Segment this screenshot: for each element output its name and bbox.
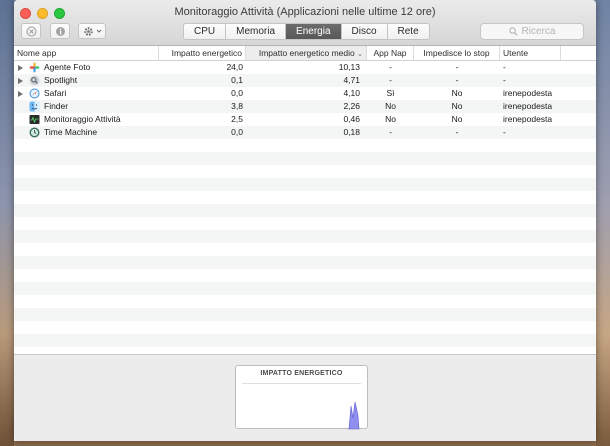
app-nap-value: No	[385, 114, 396, 124]
tab-energia[interactable]: Energia	[286, 24, 342, 39]
user-value: irenepodesta	[503, 114, 553, 124]
app-name: Finder	[44, 101, 69, 111]
process-table: Agente Foto 24,0 10,13 - - - Spotlight 0…	[14, 61, 596, 354]
energy-impact-value: 2,5	[231, 114, 243, 124]
tab-disco[interactable]: Disco	[342, 24, 388, 39]
gear-icon	[83, 26, 93, 36]
app-nap-value: Sì	[386, 88, 395, 98]
stop-process-button[interactable]	[21, 23, 41, 39]
disclosure-triangle-icon[interactable]	[18, 91, 23, 97]
titlebar: Monitoraggio Attività (Applicazioni nell…	[14, 0, 596, 46]
table-row[interactable]: Safari 0,0 4,10 Sì No irenepodesta	[14, 87, 596, 100]
table-header: Nome app Impatto energetico Impatto ener…	[14, 46, 596, 61]
activity-monitor-window: Monitoraggio Attività (Applicazioni nell…	[14, 0, 596, 441]
energy-impact-value: 0,0	[231, 127, 243, 137]
actions-menu-button[interactable]	[78, 23, 106, 39]
column-header-app[interactable]: Nome app	[14, 46, 159, 60]
app-nap-value: -	[389, 62, 392, 72]
prevent-sleep-value: No	[451, 101, 463, 111]
average-impact-value: 10,13	[338, 62, 360, 72]
disclosure-triangle-icon[interactable]	[18, 78, 23, 84]
app-name: Agente Foto	[44, 62, 91, 72]
prevent-sleep-value: No	[451, 88, 463, 98]
average-impact-value: 2,26	[343, 101, 360, 111]
prevent-sleep-value: -	[455, 62, 459, 72]
search-placeholder: Ricerca	[521, 26, 556, 37]
window-title: Monitoraggio Attività (Applicazioni nell…	[174, 6, 436, 18]
time-machine-icon	[29, 127, 40, 138]
energy-impact-value: 3,8	[231, 101, 243, 111]
app-nap-value: -	[389, 75, 392, 85]
user-value: -	[503, 127, 506, 137]
energy-summary-panel: IMPATTO ENERGETICO	[14, 354, 596, 441]
finder-icon	[29, 101, 40, 112]
user-value: irenepodesta	[503, 88, 553, 98]
prevent-sleep-value: -	[455, 127, 459, 137]
column-header-app-nap[interactable]: App Nap	[367, 46, 414, 60]
table-row[interactable]: Spotlight 0,1 4,71 - - -	[14, 74, 596, 87]
stop-process-icon	[26, 26, 36, 36]
average-impact-value: 0,46	[343, 114, 360, 124]
search-field[interactable]: Ricerca	[480, 23, 584, 40]
app-name: Spotlight	[44, 75, 78, 85]
disclosure-triangle-icon[interactable]	[18, 65, 23, 71]
app-name: Monitoraggio Attività	[44, 114, 121, 124]
prevent-sleep-value: -	[455, 75, 459, 85]
column-header-user[interactable]: Utente	[500, 46, 561, 60]
tab-bar: CPU Memoria Energia Disco Rete	[183, 23, 430, 40]
app-name: Safari	[44, 88, 67, 98]
average-impact-value: 4,71	[343, 75, 360, 85]
table-row[interactable]: Time Machine 0,0 0,18 - - -	[14, 126, 596, 139]
column-header-average-impact[interactable]: Impatto energetico medio ⌄	[246, 46, 367, 60]
user-value: irenepodesta	[503, 101, 553, 111]
app-nap-value: No	[385, 101, 396, 111]
energy-impact-series	[348, 401, 360, 430]
column-header-prevent-sleep[interactable]: Impedisce lo stop	[414, 46, 500, 60]
column-header-impact[interactable]: Impatto energetico	[159, 46, 246, 60]
app-nap-value: -	[389, 127, 392, 137]
table-row[interactable]: Finder 3,8 2,26 No No irenepodesta	[14, 100, 596, 113]
energy-impact-value: 0,0	[231, 88, 243, 98]
energy-impact-graph: IMPATTO ENERGETICO	[235, 365, 368, 430]
table-row[interactable]: Agente Foto 24,0 10,13 - - -	[14, 61, 596, 74]
tab-memoria[interactable]: Memoria	[226, 24, 287, 39]
user-value: -	[503, 75, 506, 85]
tab-rete[interactable]: Rete	[388, 24, 429, 39]
energy-impact-sparkline	[348, 401, 360, 430]
photos-agent-icon	[29, 62, 40, 73]
chevron-down-icon	[96, 29, 101, 33]
safari-icon	[29, 88, 40, 99]
table-row[interactable]: Monitoraggio Attività 2,5 0,46 No No ire…	[14, 113, 596, 126]
desktop-wallpaper-right	[596, 0, 610, 446]
prevent-sleep-value: No	[451, 114, 463, 124]
spotlight-icon	[29, 75, 40, 86]
inspect-process-button[interactable]	[50, 23, 70, 39]
average-impact-value: 4,10	[343, 88, 360, 98]
energy-impact-value: 0,1	[231, 75, 243, 85]
energy-impact-value: 24,0	[226, 62, 243, 72]
sort-descending-icon: ⌄	[357, 51, 363, 58]
desktop-wallpaper-left	[0, 0, 14, 446]
user-value: -	[503, 62, 506, 72]
average-impact-value: 0,18	[343, 127, 360, 137]
info-icon	[55, 26, 65, 36]
app-name: Time Machine	[44, 127, 98, 137]
search-icon	[508, 27, 518, 36]
activity-monitor-icon	[29, 115, 40, 124]
tab-cpu[interactable]: CPU	[184, 24, 227, 39]
